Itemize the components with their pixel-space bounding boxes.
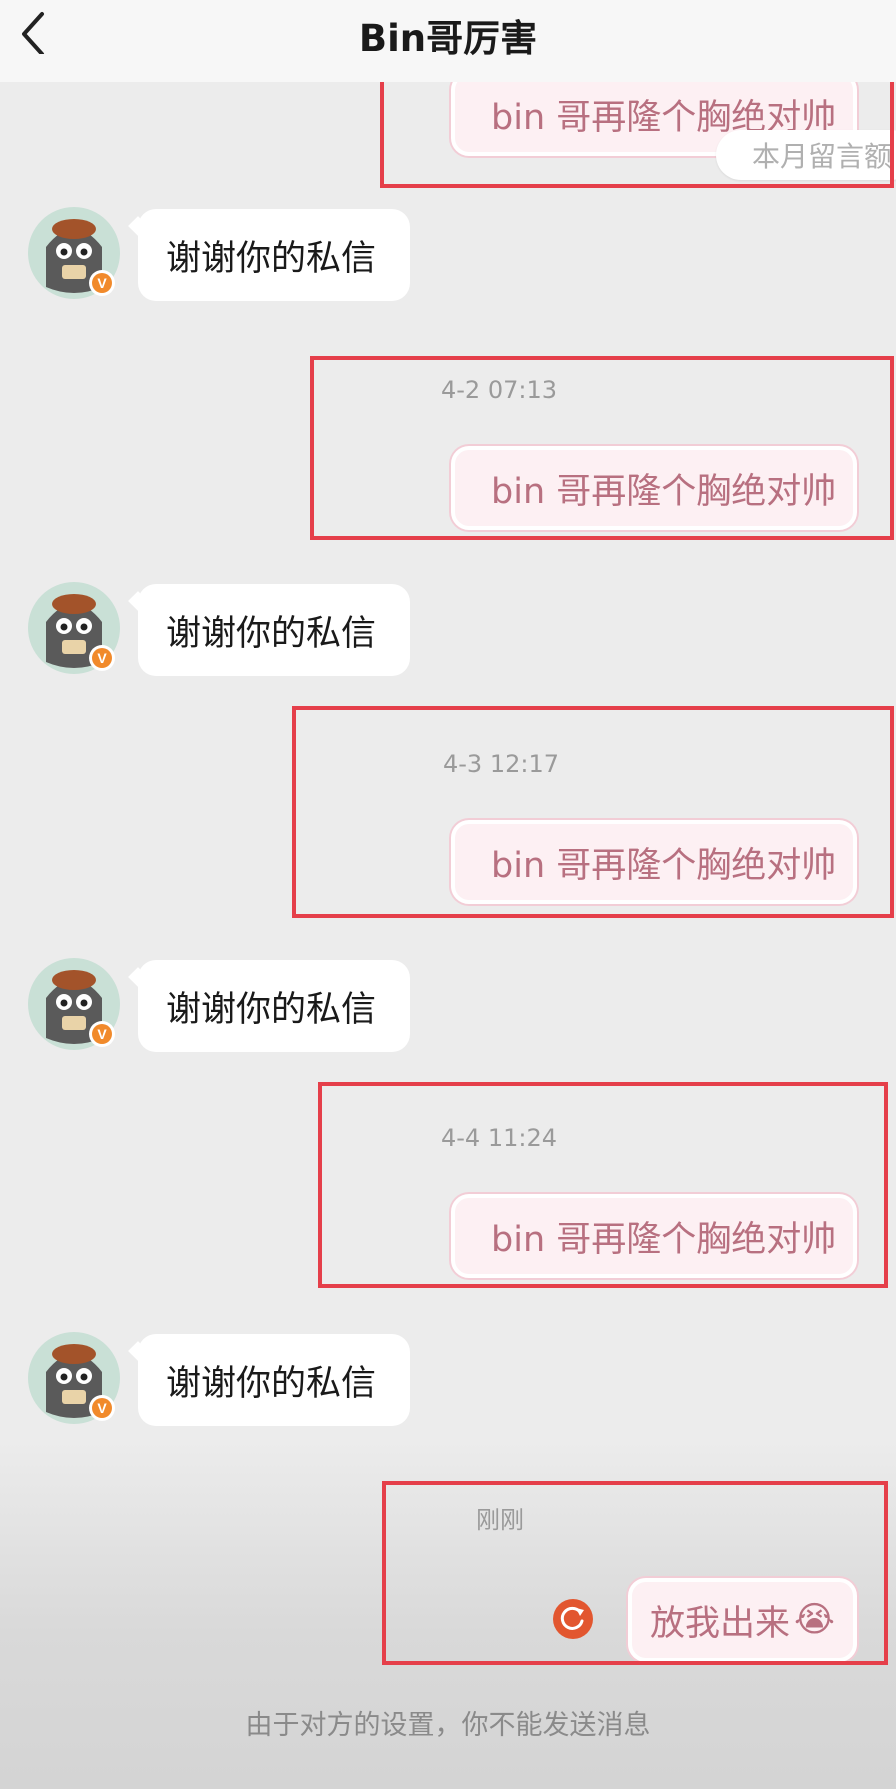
incoming-message-bubble[interactable]: 谢谢你的私信 — [138, 584, 410, 676]
outgoing-message-bubble[interactable]: bin 哥再隆个胸绝对帅 — [451, 820, 857, 904]
message-text: 谢谢你的私信 — [166, 1363, 377, 1404]
page-title: Bin哥厉害 — [358, 17, 538, 60]
footer-notice: 由于对方的设置，你不能发送消息 — [245, 1710, 651, 1741]
monthly-message-badge: 本月留言额 — [716, 130, 896, 180]
svg-text:V: V — [97, 1026, 107, 1042]
avatar[interactable]: V — [28, 207, 120, 299]
avatar[interactable]: V — [28, 582, 120, 674]
outgoing-message-bubble[interactable]: bin 哥再隆个胸绝对帅 — [451, 446, 857, 530]
outgoing-message-bubble[interactable]: 放我出来 😭 — [628, 1578, 857, 1662]
incoming-message-bubble[interactable]: 谢谢你的私信 — [138, 1334, 410, 1426]
incoming-message-bubble[interactable]: 谢谢你的私信 — [138, 209, 410, 301]
message-text: 谢谢你的私信 — [166, 238, 377, 279]
outgoing-message-bubble[interactable]: bin 哥再隆个胸绝对帅 — [451, 1194, 857, 1278]
svg-text:V: V — [97, 650, 107, 666]
avatar[interactable]: V — [28, 1332, 120, 1424]
crying-emoji-icon: 😭 — [794, 1600, 835, 1640]
message-timestamp: 4-4 11:24 — [441, 1124, 557, 1152]
svg-text:V: V — [97, 1400, 107, 1416]
svg-text:V: V — [97, 275, 107, 291]
message-text: 放我出来 — [650, 1603, 791, 1644]
avatar[interactable]: V — [28, 958, 120, 1050]
message-timestamp: 刚刚 — [476, 1506, 524, 1534]
message-timestamp: 4-2 07:13 — [441, 376, 557, 404]
message-text: 谢谢你的私信 — [166, 989, 377, 1030]
message-text: 谢谢你的私信 — [166, 613, 377, 654]
message-text: bin 哥再隆个胸绝对帅 — [491, 845, 837, 886]
message-text: bin 哥再隆个胸绝对帅 — [491, 471, 837, 512]
retry-icon[interactable] — [553, 1599, 593, 1639]
message-timestamp: 4-3 12:17 — [443, 750, 559, 778]
message-text: bin 哥再隆个胸绝对帅 — [491, 1219, 837, 1260]
chat-header: Bin哥厉害 — [0, 0, 896, 82]
incoming-message-bubble[interactable]: 谢谢你的私信 — [138, 960, 410, 1052]
